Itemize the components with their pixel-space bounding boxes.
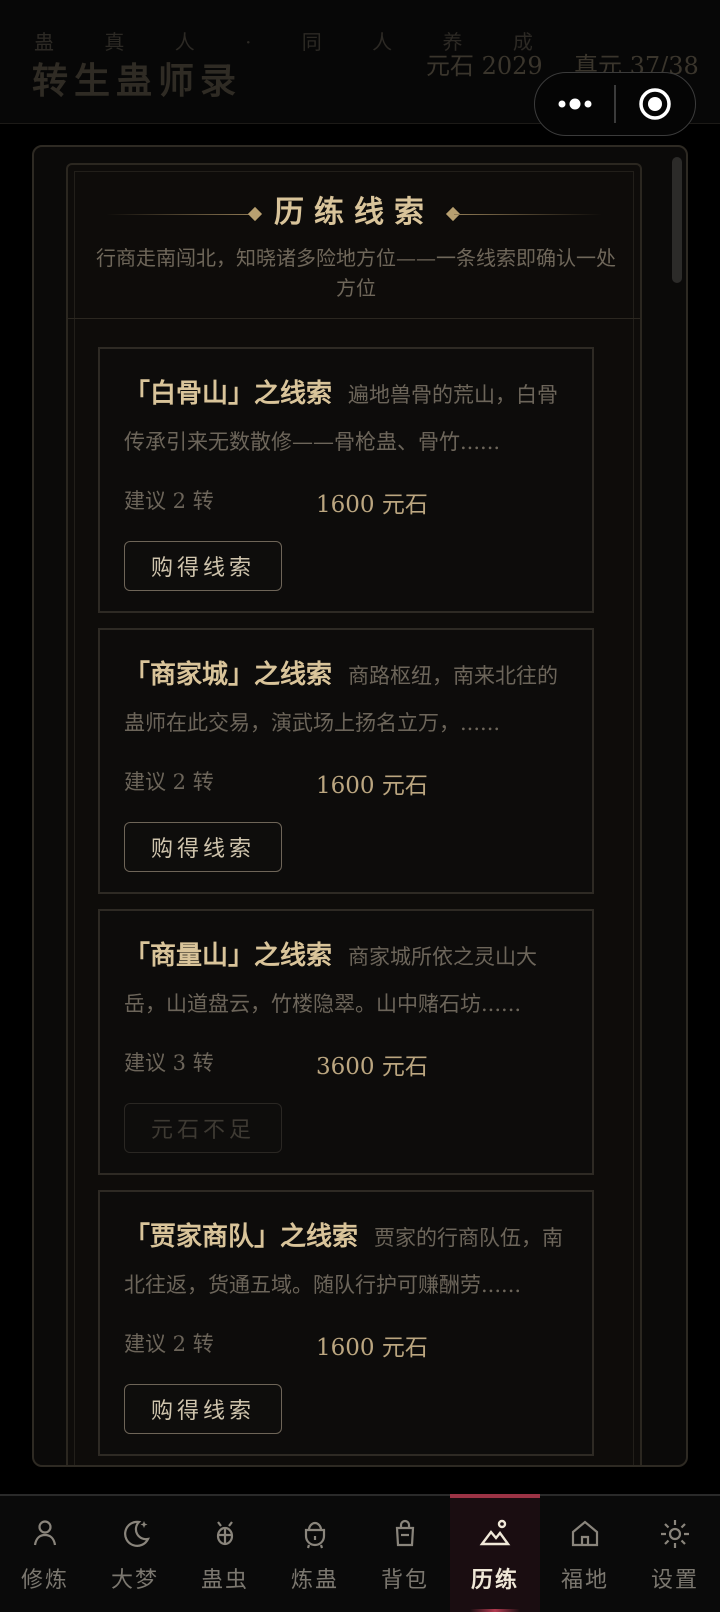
tab-cultivate[interactable]: 修炼 bbox=[0, 1496, 90, 1612]
main-panel-frame: 历练线索 行商走南闯北，知晓诸多险地方位——一条线索即确认一处方位 「白骨山」之… bbox=[32, 145, 688, 1467]
clue-panel: 历练线索 行商走南闯北，知晓诸多险地方位——一条线索即确认一处方位 「白骨山」之… bbox=[66, 163, 642, 1465]
tab-label: 福地 bbox=[560, 1568, 609, 1593]
moon-icon bbox=[124, 1520, 150, 1547]
more-menu-button[interactable] bbox=[535, 73, 614, 135]
bottom-tab-bar: 修炼 大梦 蛊虫 炼蛊 背包 历练 福地 设置 bbox=[0, 1494, 720, 1612]
person-icon bbox=[33, 1520, 57, 1546]
clue-description: 「商家城」之线索 商路枢纽，南来北往的蛊师在此交易，演武场上扬名立万，...... bbox=[124, 660, 559, 735]
clue-requirement: 建议 2 转 bbox=[124, 489, 214, 513]
panel-header: 历练线索 行商走南闯北，知晓诸多险地方位——一条线索即确认一处方位 bbox=[68, 165, 640, 319]
clue-price: 1600 元石 bbox=[316, 492, 428, 518]
clue-description: 「商量山」之线索 商家城所依之灵山大岳，山道盘云，竹楼隐翠。山中赌石坊...... bbox=[124, 941, 538, 1016]
clue-name: 「商家城」之线索 bbox=[124, 660, 333, 690]
tab-gu-insects[interactable]: 蛊虫 bbox=[180, 1496, 270, 1612]
clue-description: 「贾家商队」之线索 贾家的行商队伍，南北往返，货通五域。随队行护可赚酬劳.....… bbox=[124, 1222, 564, 1297]
panel-description: 行商走南闯北，知晓诸多险地方位——一条线索即确认一处方位 bbox=[96, 246, 616, 300]
tab-blessed-land[interactable]: 福地 bbox=[540, 1496, 630, 1612]
clue-list: 「白骨山」之线索 遍地兽骨的荒山，白骨传承引来无数散修——骨枪蛊、骨竹......… bbox=[98, 347, 594, 1465]
buy-clue-button[interactable]: 购得线索 bbox=[124, 541, 282, 591]
bag-icon bbox=[395, 1519, 415, 1547]
clue-card-shangjiacheng: 「商家城」之线索 商路枢纽，南来北往的蛊师在此交易，演武场上扬名立万，......… bbox=[98, 628, 594, 894]
clue-name: 「商量山」之线索 bbox=[124, 941, 333, 971]
clue-card-baigushan: 「白骨山」之线索 遍地兽骨的荒山，白骨传承引来无数散修——骨枪蛊、骨竹......… bbox=[98, 347, 594, 613]
cauldron-icon bbox=[304, 1521, 326, 1549]
close-miniprogram-button[interactable] bbox=[616, 73, 695, 135]
clue-name: 「贾家商队」之线索 bbox=[124, 1222, 359, 1252]
clue-requirement: 建议 2 转 bbox=[124, 1332, 214, 1356]
insufficient-funds-button: 元石不足 bbox=[124, 1103, 282, 1153]
tab-adventure[interactable]: 历练 bbox=[450, 1494, 540, 1612]
clue-price: 1600 元石 bbox=[316, 1335, 428, 1361]
tab-dream[interactable]: 大梦 bbox=[90, 1496, 180, 1612]
tab-label: 炼蛊 bbox=[290, 1568, 339, 1593]
tab-label: 历练 bbox=[470, 1567, 519, 1593]
tab-label: 修炼 bbox=[20, 1568, 69, 1593]
clue-card-jiajia-caravan: 「贾家商队」之线索 贾家的行商队伍，南北往返，货通五域。随队行护可赚酬劳.....… bbox=[98, 1190, 594, 1456]
mountain-icon bbox=[479, 1519, 511, 1546]
tab-label: 大梦 bbox=[110, 1568, 159, 1593]
scrollbar[interactable] bbox=[672, 157, 682, 283]
gear-icon bbox=[661, 1520, 689, 1548]
panel-title: 历练线索 bbox=[274, 195, 434, 230]
tab-label: 设置 bbox=[650, 1568, 699, 1593]
clue-price: 1600 元石 bbox=[316, 773, 428, 799]
tab-backpack[interactable]: 背包 bbox=[360, 1496, 450, 1612]
miniprogram-capsule bbox=[534, 72, 696, 136]
bug-icon bbox=[216, 1521, 234, 1546]
clue-description: 「白骨山」之线索 遍地兽骨的荒山，白骨传承引来无数散修——骨枪蛊、骨竹...... bbox=[124, 379, 559, 454]
home-icon bbox=[571, 1520, 599, 1547]
tab-label: 背包 bbox=[380, 1568, 429, 1593]
buy-clue-button[interactable]: 购得线索 bbox=[124, 1384, 282, 1434]
target-close-icon bbox=[639, 88, 672, 120]
clue-requirement: 建议 3 转 bbox=[124, 1051, 214, 1075]
clue-price: 3600 元石 bbox=[316, 1054, 428, 1080]
tab-refine-gu[interactable]: 炼蛊 bbox=[270, 1496, 360, 1612]
clue-card-shangliangshan: 「商量山」之线索 商家城所依之灵山大岳，山道盘云，竹楼隐翠。山中赌石坊......… bbox=[98, 909, 594, 1175]
tab-settings[interactable]: 设置 bbox=[630, 1496, 720, 1612]
buy-clue-button[interactable]: 购得线索 bbox=[124, 822, 282, 872]
clue-name: 「白骨山」之线索 bbox=[124, 379, 333, 409]
tab-label: 蛊虫 bbox=[200, 1568, 249, 1593]
clue-requirement: 建议 2 转 bbox=[124, 770, 214, 794]
yuanshi-stat: 元石 2029 bbox=[426, 52, 543, 80]
app-title: 转生蛊师录 bbox=[32, 60, 243, 102]
more-dots-icon bbox=[558, 98, 592, 110]
